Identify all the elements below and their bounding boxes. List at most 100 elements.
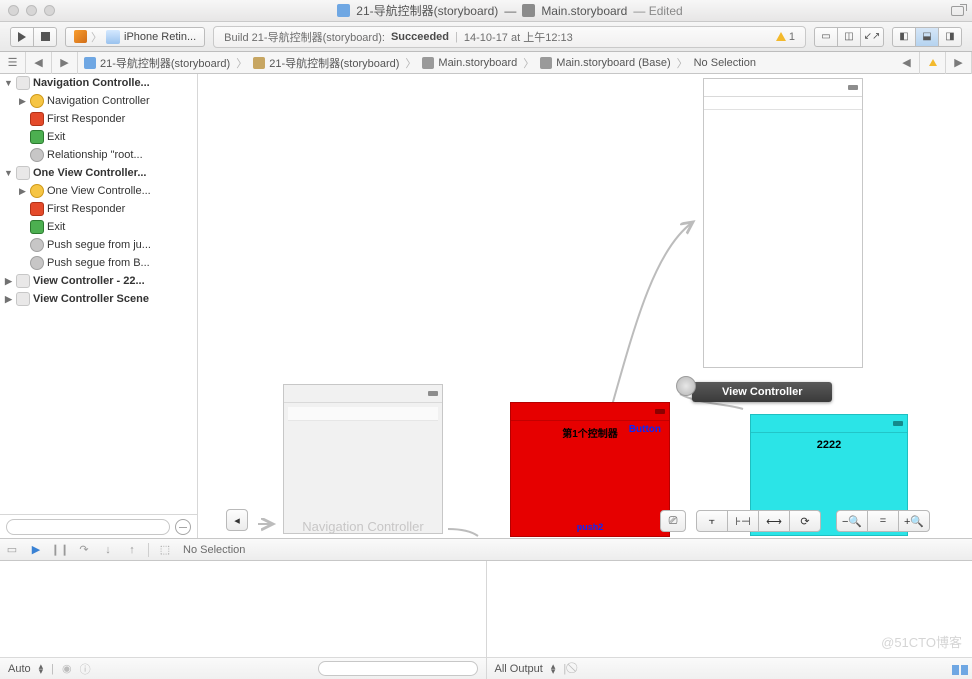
storyboard-canvas[interactable]: Navigation Controller 第1个控制器 Button push… — [198, 74, 972, 538]
folder-icon — [253, 57, 265, 69]
step-in-button[interactable]: ↓ — [96, 539, 120, 561]
outline-item[interactable]: Push segue from B... — [0, 254, 197, 272]
step-out-button[interactable]: ↑ — [120, 539, 144, 561]
any-any-button[interactable]: ⎚ — [660, 510, 686, 532]
navigation-controller-scene[interactable] — [283, 384, 443, 534]
button-element[interactable]: Button — [629, 424, 661, 435]
prev-issue-button[interactable]: ◀ — [894, 52, 920, 74]
project-icon — [337, 4, 350, 17]
toggle-outline-button[interactable]: ◂ — [226, 509, 248, 531]
one-view-controller-scene[interactable]: 第1个控制器 Button push2 — [510, 402, 670, 537]
outline-footer — [0, 514, 197, 538]
console-view[interactable]: @51CTO博客 All Output▴▾ | ⃠ — [487, 561, 972, 679]
scheme-selector[interactable]: 〉 iPhone Retin... — [65, 27, 205, 47]
outline-item[interactable]: Push segue from ju... — [0, 236, 197, 254]
zoom-window-icon[interactable] — [44, 5, 55, 16]
jump-bar: ☰ ◀ ▶ 21-导航控制器(storyboard)〉 21-导航控制器(sto… — [0, 52, 972, 74]
version-editor-button[interactable]: ↙↗ — [860, 27, 884, 47]
exit-icon — [30, 220, 44, 234]
watermark-text: @51CTO博客 — [881, 632, 962, 651]
view-controller-scene-white[interactable] — [703, 78, 863, 368]
minimize-window-icon[interactable] — [26, 5, 37, 16]
storyboard-file-icon — [522, 4, 535, 17]
outline-item[interactable]: Exit — [0, 128, 197, 146]
edited-indicator: — Edited — [633, 4, 682, 18]
quicklook-icon[interactable]: ⓘ — [80, 661, 91, 677]
outline-item[interactable]: ▶One View Controlle... — [0, 182, 197, 200]
forward-button[interactable]: ▶ — [52, 52, 78, 74]
debug-area: Auto▴▾ | ◉ ⓘ @51CTO博客 All Output▴▾ | ⃠ — [0, 560, 972, 679]
app-icon — [74, 30, 87, 43]
exit-icon — [30, 130, 44, 144]
zoom-in-button[interactable]: +🔍 — [898, 510, 930, 532]
segue-icon — [30, 238, 44, 252]
zoom-actual-button[interactable]: = — [867, 510, 899, 532]
back-button[interactable]: ◀ — [26, 52, 52, 74]
assistant-editor-button[interactable]: ◫ — [837, 27, 861, 47]
segue-node-icon[interactable] — [676, 376, 696, 396]
segue-icon — [30, 256, 44, 270]
debug-bar: ▭ ▶ ❙❙ ↷ ↓ ↑ ⬚ No Selection — [0, 538, 972, 560]
standard-editor-button[interactable]: ▭ — [814, 27, 838, 47]
toolbar: 〉 iPhone Retin... Build 21-导航控制器(storybo… — [0, 22, 972, 52]
scene-header[interactable]: ▼Navigation Controlle... — [0, 74, 197, 92]
resizing-button[interactable]: ⟳ — [789, 510, 821, 532]
warning-triangle-icon — [776, 32, 786, 41]
outline-item[interactable]: Relationship "root... — [0, 146, 197, 164]
step-over-button[interactable]: ↷ — [72, 539, 96, 561]
push2-button[interactable]: push2 — [511, 522, 669, 532]
breakpoints-button[interactable]: ▶ — [24, 539, 48, 561]
close-window-icon[interactable] — [8, 5, 19, 16]
traffic-lights[interactable] — [8, 5, 55, 16]
outline-item[interactable]: ▶Navigation Controller — [0, 92, 197, 110]
hide-debug-button[interactable]: ▭ — [0, 539, 24, 561]
toggle-debug-area-button[interactable]: ⬓ — [915, 27, 939, 47]
toggle-utilities-button[interactable]: ◨ — [938, 27, 962, 47]
debug-hierarchy-button[interactable]: ⬚ — [153, 539, 177, 561]
eye-icon[interactable]: ◉ — [62, 662, 72, 675]
related-items-button[interactable]: ☰ — [0, 52, 26, 74]
stop-button[interactable] — [33, 27, 57, 47]
selected-vc-badge[interactable]: View Controller — [692, 382, 832, 402]
scene-header[interactable]: ▶View Controller Scene — [0, 290, 197, 308]
outline-item[interactable]: Exit — [0, 218, 197, 236]
pause-button[interactable]: ❙❙ — [48, 539, 72, 561]
pane-toggles[interactable] — [952, 665, 968, 675]
dropdown-arrows-icon[interactable]: ▴▾ — [551, 664, 556, 674]
run-button[interactable] — [10, 27, 34, 47]
scene-header[interactable]: ▼One View Controller... — [0, 164, 197, 182]
file-icon — [540, 57, 552, 69]
align-button[interactable]: ⫟ — [696, 510, 728, 532]
outline-item[interactable]: First Responder — [0, 110, 197, 128]
next-issue-button[interactable]: ▶ — [946, 52, 972, 74]
window-titlebar: 21-导航控制器(storyboard) — Main.storyboard —… — [0, 0, 972, 22]
outline-item[interactable]: First Responder — [0, 200, 197, 218]
warning-indicator[interactable]: 1 — [776, 31, 795, 43]
activity-status: Build 21-导航控制器(storyboard): Succeeded | … — [213, 26, 806, 48]
scene-icon — [16, 166, 30, 180]
scene-icon — [16, 274, 30, 288]
project-icon — [84, 57, 96, 69]
outline-filter-toggle[interactable] — [175, 519, 191, 535]
first-responder-icon — [30, 112, 44, 126]
breadcrumb[interactable]: 21-导航控制器(storyboard)〉 21-导航控制器(storyboar… — [78, 55, 894, 71]
scene-icon — [16, 76, 30, 90]
viewcontroller-icon — [30, 94, 44, 108]
dropdown-arrows-icon[interactable]: ▴▾ — [39, 664, 44, 674]
variables-filter-input[interactable] — [318, 661, 478, 676]
debug-no-selection: No Selection — [183, 544, 245, 556]
first-responder-icon — [30, 202, 44, 216]
segue-icon — [30, 148, 44, 162]
title-file: Main.storyboard — [541, 4, 627, 18]
outline-filter-input[interactable] — [6, 519, 170, 535]
file-icon — [422, 57, 434, 69]
scene-header[interactable]: ▶View Controller - 22... — [0, 272, 197, 290]
variables-view[interactable]: Auto▴▾ | ◉ ⓘ — [0, 561, 487, 679]
issues-button[interactable] — [920, 52, 946, 74]
device-icon — [106, 30, 120, 44]
toggle-navigator-button[interactable]: ◧ — [892, 27, 916, 47]
resolve-issues-button[interactable]: ⟷ — [758, 510, 790, 532]
pin-button[interactable]: ⊦⊣ — [727, 510, 759, 532]
zoom-out-button[interactable]: −🔍 — [836, 510, 868, 532]
fullscreen-icon[interactable] — [951, 6, 964, 16]
